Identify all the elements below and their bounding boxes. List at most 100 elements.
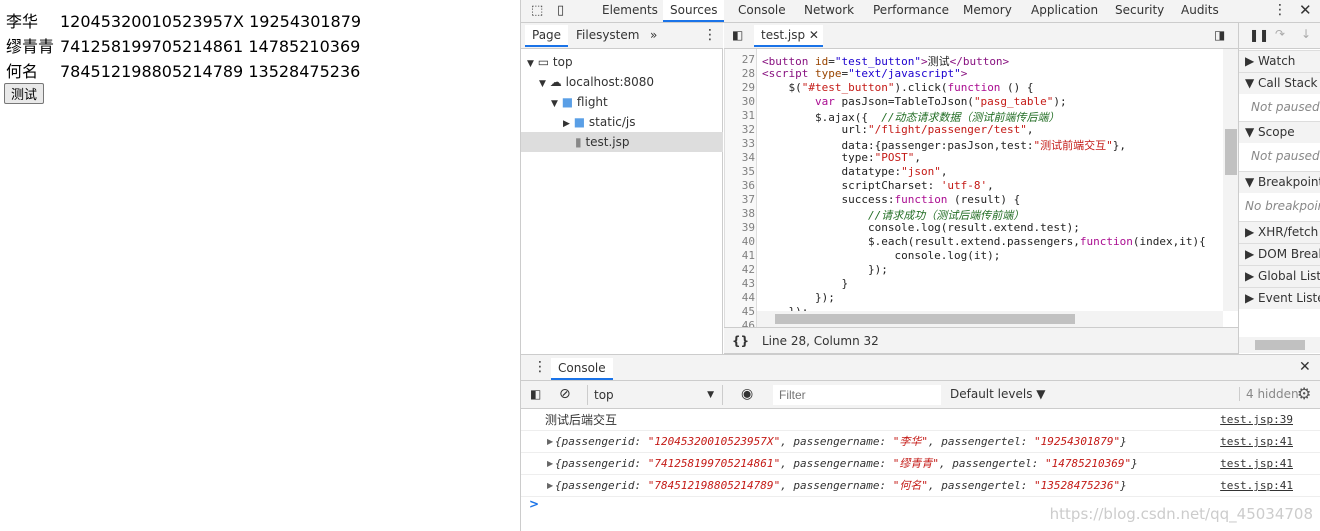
tab-security[interactable]: Security bbox=[1108, 0, 1171, 22]
tab-audits[interactable]: Audits bbox=[1174, 0, 1226, 22]
context-select[interactable]: top ▼ bbox=[587, 385, 723, 405]
console-message[interactable]: ▶ {passengerid: "741258199705214861", pas… bbox=[521, 453, 1320, 475]
expand-right-icon[interactable]: ▶ bbox=[547, 431, 553, 453]
tab-page[interactable]: Page bbox=[525, 25, 569, 47]
line-number[interactable]: 30 bbox=[725, 95, 755, 108]
sidebar-scrollbar[interactable] bbox=[1239, 337, 1320, 353]
tab-memory[interactable]: Memory bbox=[956, 0, 1019, 22]
passenger-row: 李华 12045320010523957X 19254301879 bbox=[6, 8, 361, 32]
console-message[interactable]: ▶ {passengerid: "784512198805214789", pas… bbox=[521, 475, 1320, 497]
console-message[interactable]: ▶ {passengerid: "12045320010523957X", pas… bbox=[521, 431, 1320, 453]
editor-tabbar: ◧ test.jsp ✕ ◨ bbox=[724, 23, 1238, 49]
line-number[interactable]: 29 bbox=[725, 81, 755, 94]
line-number[interactable]: 34 bbox=[725, 151, 755, 164]
horizontal-scrollbar[interactable] bbox=[757, 311, 1223, 327]
line-number[interactable]: 38 bbox=[725, 207, 755, 220]
tab-network[interactable]: Network bbox=[797, 0, 861, 22]
pretty-print-icon[interactable]: {} bbox=[732, 328, 749, 354]
line-number[interactable]: 41 bbox=[725, 249, 755, 262]
source-link[interactable]: test.jsp:41 bbox=[1220, 453, 1293, 475]
line-number[interactable]: 39 bbox=[725, 221, 755, 234]
tab-filesystem[interactable]: Filesystem bbox=[569, 25, 646, 47]
section-global-listeners[interactable]: ▶ Global Listeners bbox=[1239, 265, 1320, 287]
section-call-stack[interactable]: ▼ Call Stack bbox=[1239, 72, 1320, 94]
more-tabs-icon[interactable]: » bbox=[643, 25, 664, 47]
console-filter-input[interactable] bbox=[773, 385, 941, 405]
file-tab-test-jsp[interactable]: test.jsp ✕ bbox=[754, 25, 823, 47]
tree-label: flight bbox=[576, 95, 608, 109]
toggle-navigator-icon[interactable]: ◧ bbox=[732, 28, 743, 42]
scrollbar-thumb[interactable] bbox=[775, 314, 1075, 324]
section-watch[interactable]: ▶ Watch bbox=[1239, 50, 1320, 72]
tab-performance[interactable]: Performance bbox=[866, 0, 956, 22]
line-number[interactable]: 40 bbox=[725, 235, 755, 248]
line-number[interactable]: 31 bbox=[725, 109, 755, 122]
section-dom-breakpoints[interactable]: ▶ DOM Breakpoints bbox=[1239, 243, 1320, 265]
device-toolbar-icon[interactable]: ▯ bbox=[557, 3, 564, 18]
section-label: XHR/fetch Breakpoints bbox=[1258, 225, 1320, 239]
source-link[interactable]: test.jsp:41 bbox=[1220, 475, 1293, 497]
line-number[interactable]: 32 bbox=[725, 123, 755, 136]
line-number[interactable]: 35 bbox=[725, 165, 755, 178]
section-xhr-breakpoints[interactable]: ▶ XHR/fetch Breakpoints bbox=[1239, 221, 1320, 243]
test-button[interactable]: 测试 bbox=[4, 83, 45, 104]
step-over-icon[interactable]: ↷ bbox=[1275, 27, 1285, 41]
show-sidebar-icon[interactable]: ◧ bbox=[530, 387, 541, 401]
line-number[interactable]: 43 bbox=[725, 277, 755, 290]
scrollbar-thumb[interactable] bbox=[1255, 340, 1305, 350]
drawer-tab-console[interactable]: Console bbox=[551, 358, 613, 380]
line-number[interactable]: 42 bbox=[725, 263, 755, 276]
clear-console-icon[interactable]: ⊘ bbox=[559, 386, 571, 402]
tree-item-localhost[interactable]: ▼ ☁ localhost:8080 bbox=[521, 72, 723, 92]
tree-item-flight[interactable]: ▼ ■ flight bbox=[521, 92, 723, 112]
scrollbar-thumb[interactable] bbox=[1225, 129, 1237, 175]
settings-gear-icon[interactable]: ⚙ bbox=[1297, 384, 1311, 403]
section-scope[interactable]: ▼ Scope bbox=[1239, 121, 1320, 143]
line-number[interactable]: 44 bbox=[725, 291, 755, 304]
more-menu-icon[interactable]: ⋮ bbox=[1273, 2, 1287, 18]
section-event-listeners[interactable]: ▶ Event Listeners bbox=[1239, 287, 1320, 309]
object-preview: {passengerid: "12045320010523957X", pass… bbox=[555, 435, 1127, 448]
close-drawer-icon[interactable]: ✕ bbox=[1299, 359, 1311, 375]
line-number[interactable]: 28 bbox=[725, 67, 755, 80]
tree-item-top[interactable]: ▼ ▭ top bbox=[521, 52, 723, 72]
expand-right-icon[interactable]: ▶ bbox=[547, 475, 553, 497]
expand-right-icon[interactable]: ▶ bbox=[547, 453, 553, 475]
tab-sources[interactable]: Sources bbox=[663, 0, 725, 22]
source-link[interactable]: test.jsp:39 bbox=[1220, 409, 1293, 431]
close-tab-icon[interactable]: ✕ bbox=[809, 28, 819, 42]
code-editor[interactable]: 27 28 29 30 31 32 33 34 35 36 37 38 39 40 41 42 43 44 45 46… bbox=[724, 49, 1238, 327]
line-number[interactable]: 45 bbox=[725, 305, 755, 318]
pause-icon[interactable]: ❚❚ bbox=[1249, 28, 1269, 42]
live-expression-eye-icon[interactable]: ◉ bbox=[741, 386, 753, 402]
message-text: 测试后端交互 bbox=[545, 413, 618, 427]
source-link[interactable]: test.jsp:41 bbox=[1220, 431, 1293, 453]
file-icon: ▮ bbox=[575, 135, 582, 149]
value: 何名 bbox=[899, 479, 922, 492]
passenger-name: 缪青青 bbox=[6, 37, 55, 56]
line-number[interactable]: 36 bbox=[725, 179, 755, 192]
line-number[interactable]: 46 bbox=[725, 319, 755, 327]
line-number[interactable]: 27 bbox=[725, 53, 755, 66]
passenger-tel: 19254301879 bbox=[249, 12, 362, 31]
line-number[interactable]: 33 bbox=[725, 137, 755, 150]
tree-item-static-js[interactable]: ▶ ■ static/js bbox=[521, 112, 723, 132]
frame-icon: ▭ bbox=[537, 55, 550, 69]
tab-elements[interactable]: Elements bbox=[595, 0, 665, 22]
step-into-icon[interactable]: ↓ bbox=[1301, 27, 1311, 41]
section-label: Watch bbox=[1258, 54, 1296, 68]
line-number[interactable]: 37 bbox=[725, 193, 755, 206]
inspect-icon[interactable]: ⬚ bbox=[531, 3, 543, 18]
log-levels-dropdown[interactable]: Default levels ▼ bbox=[950, 387, 1046, 401]
drawer-menu-icon[interactable]: ⋮ bbox=[533, 359, 547, 375]
console-prompt[interactable]: > bbox=[529, 497, 539, 511]
tree-item-test-jsp[interactable]: ▮ test.jsp bbox=[521, 132, 723, 152]
toggle-debugger-icon[interactable]: ◨ bbox=[1214, 28, 1225, 42]
code-line: $.each(result.extend.passengers,function… bbox=[762, 235, 1206, 248]
tab-console[interactable]: Console bbox=[731, 0, 793, 22]
section-breakpoints[interactable]: ▼ Breakpoints bbox=[1239, 171, 1320, 193]
vertical-scrollbar[interactable] bbox=[1223, 49, 1238, 311]
tab-application[interactable]: Application bbox=[1024, 0, 1105, 22]
navigator-menu-icon[interactable]: ⋮ bbox=[703, 27, 717, 43]
close-icon[interactable]: ✕ bbox=[1299, 1, 1312, 19]
